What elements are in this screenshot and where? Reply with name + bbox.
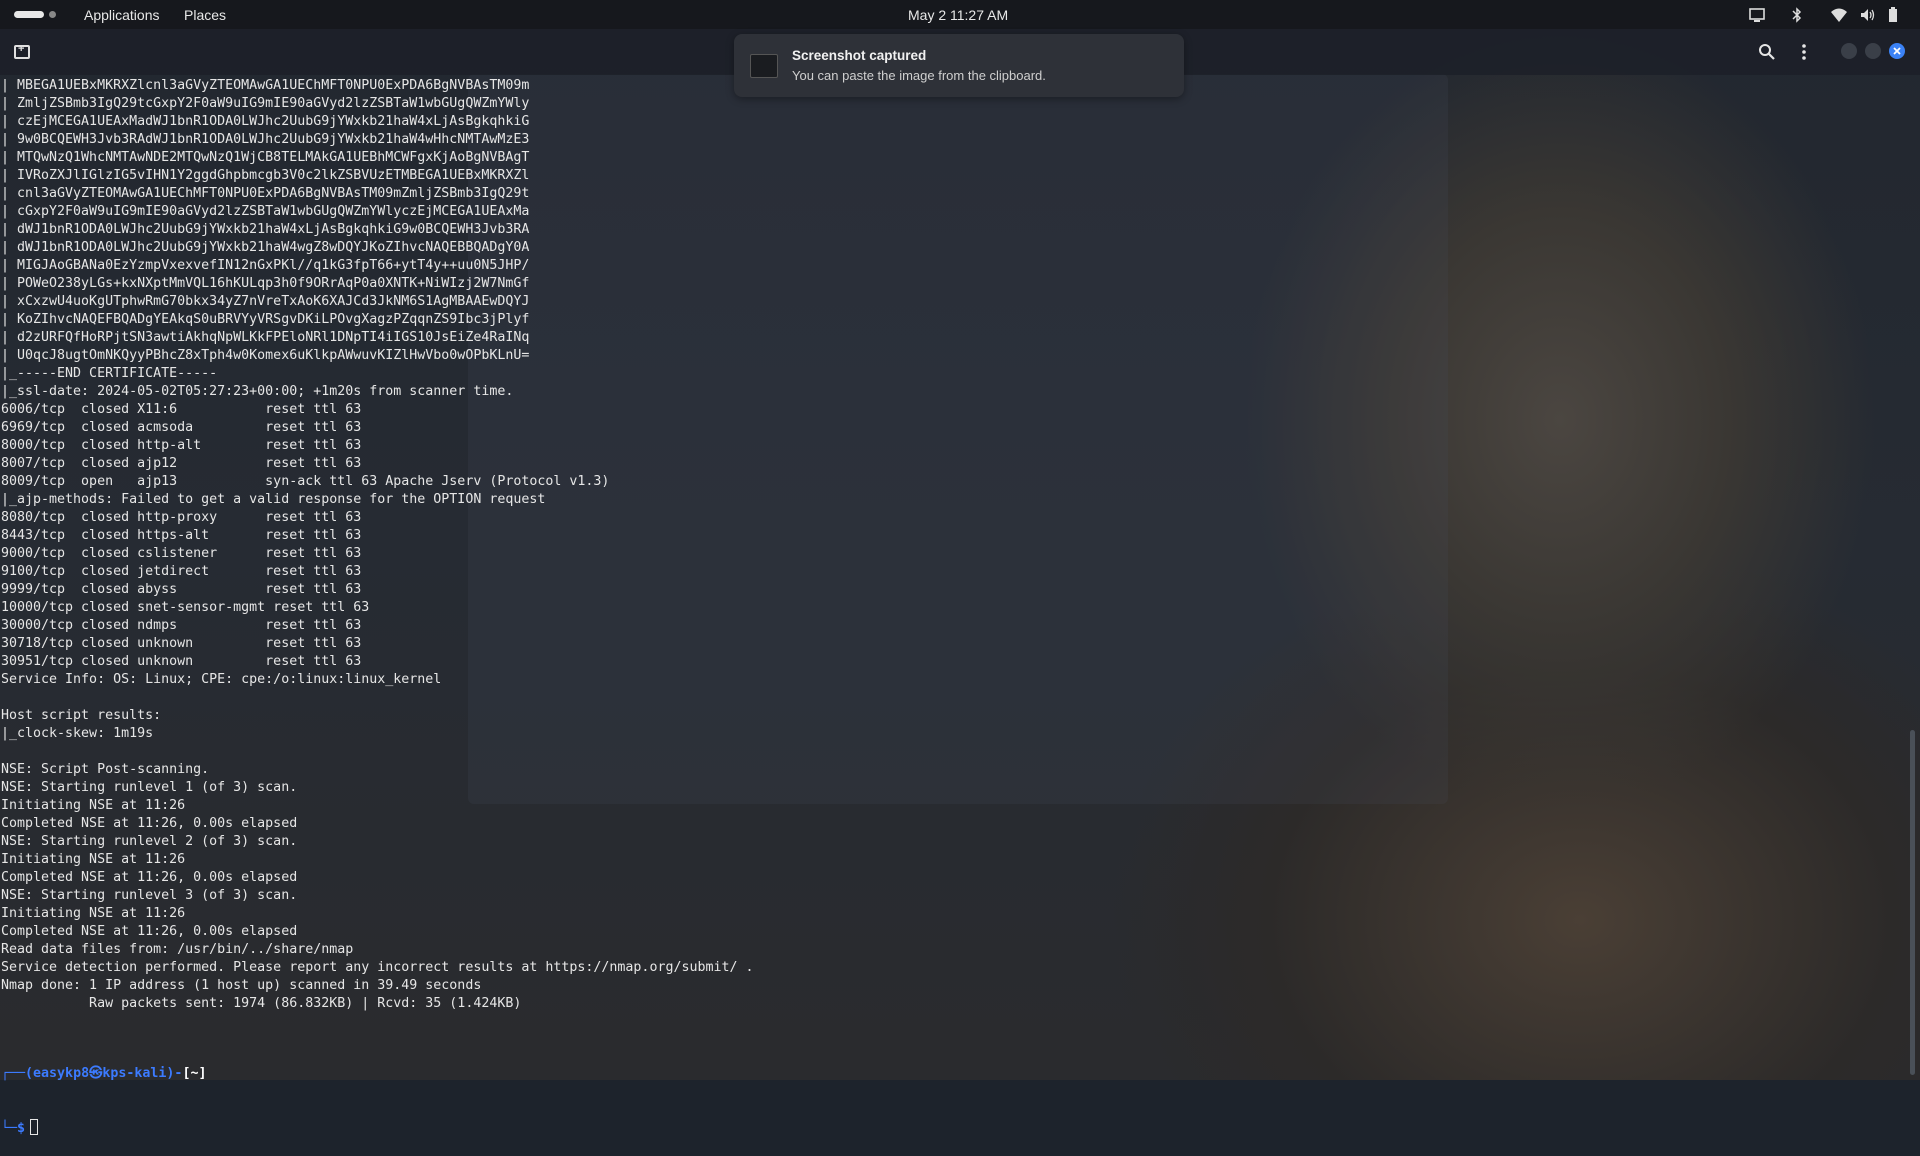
terminal-line: 30951/tcp closed unknown reset ttl 63	[1, 654, 362, 669]
applications-menu[interactable]: Applications	[84, 7, 160, 23]
terminal-line: | IVRoZXJlIGlzIG5vIHN1Y2ggdGhpbmcgb3V0c2…	[1, 168, 530, 183]
terminal-line: 6969/tcp closed acmsoda reset ttl 63	[1, 420, 362, 435]
terminal-line: | MTQwNzQ1WhcNMTAwNDE2MTQwNzQ1WjCB8TELMA…	[1, 150, 530, 165]
terminal-line: Initiating NSE at 11:26	[1, 906, 186, 921]
workspace-dot[interactable]	[49, 11, 56, 18]
bluetooth-icon[interactable]	[1790, 5, 1804, 25]
terminal-line: NSE: Starting runlevel 1 (of 3) scan.	[1, 780, 298, 795]
terminal-line: 8000/tcp closed http-alt reset ttl 63	[1, 438, 362, 453]
terminal-line: | ZmljZSBmb3IgQ29tcGxpY2F0aW9uIG9mIE90aG…	[1, 96, 530, 111]
prompt-path: [~]	[182, 1066, 207, 1081]
terminal-line: | U0qcJ8ugtOmNKQyyPBhcZ8xTph4w0Komex6uKl…	[1, 348, 530, 363]
terminal-line: | POWeO238yLGs+kxNXptMmVQL16hKULqp3h0f9O…	[1, 276, 530, 291]
terminal-line: | dWJ1bnR1ODA0LWJhc2UubG9jYWxkb21haW4wgZ…	[1, 240, 530, 255]
minimize-icon[interactable]	[1841, 43, 1857, 59]
terminal-line: 6006/tcp closed X11:6 reset ttl 63	[1, 402, 362, 417]
screenshot-notification[interactable]: Screenshot captured You can paste the im…	[734, 34, 1184, 97]
screen-icon[interactable]	[1748, 5, 1766, 25]
menu-dots-icon[interactable]	[1800, 43, 1808, 61]
text-cursor	[30, 1119, 39, 1135]
terminal-line: Read data files from: /usr/bin/../share/…	[1, 942, 354, 957]
terminal-line: 8007/tcp closed ajp12 reset ttl 63	[1, 456, 362, 471]
terminal-line: |_-----END CERTIFICATE-----	[1, 366, 218, 381]
notification-title: Screenshot captured	[792, 48, 927, 63]
prompt-user-host: (easykp8㉿kps-kali)	[25, 1066, 175, 1081]
wifi-icon[interactable]	[1830, 5, 1848, 25]
terminal-line: Service detection performed. Please repo…	[1, 960, 754, 975]
screenshot-thumbnail-icon	[750, 54, 778, 78]
shell-prompt[interactable]: ┌──(easykp8㉿kps-kali)-[~] └─$	[1, 1029, 206, 1156]
prompt-corner-bottom: └─	[1, 1121, 18, 1136]
terminal-line: |_ssl-date: 2024-05-02T05:27:23+00:00; +…	[1, 384, 514, 399]
clock[interactable]: May 2 11:27 AM	[908, 7, 1008, 23]
terminal-line: 8443/tcp closed https-alt reset ttl 63	[1, 528, 362, 543]
terminal-line: |_clock-skew: 1m19s	[1, 726, 154, 741]
terminal-line: NSE: Script Post-scanning.	[1, 762, 210, 777]
terminal-line: | xCxzwU4uoKgUTphwRmG70bkx34yZ7nVreTxAoK…	[1, 294, 530, 309]
search-icon[interactable]	[1758, 43, 1776, 61]
terminal-line: | cGxpY2F0aW9uIG9mIE90aGVyd2lzZSBTaW1wbG…	[1, 204, 530, 219]
terminal-line: Service Info: OS: Linux; CPE: cpe:/o:lin…	[1, 672, 442, 687]
terminal-line: Completed NSE at 11:26, 0.00s elapsed	[1, 924, 298, 939]
prompt-corner-top: ┌──	[1, 1066, 26, 1081]
terminal-line: | dWJ1bnR1ODA0LWJhc2UubG9jYWxkb21haW4xLj…	[1, 222, 530, 237]
places-menu[interactable]: Places	[184, 7, 226, 23]
close-icon[interactable]	[1889, 43, 1905, 59]
terminal-line: | MIGJAoGBANa0EzYzmpVxexvefIN12nGxPKl//q…	[1, 258, 530, 273]
terminal-line: NSE: Starting runlevel 2 (of 3) scan.	[1, 834, 298, 849]
terminal-line: | czEjMCEGA1UEAxMadWJ1bnR1ODA0LWJhc2UubG…	[1, 114, 530, 129]
terminal-line: 9000/tcp closed cslistener reset ttl 63	[1, 546, 362, 561]
prompt-symbol: $	[17, 1121, 26, 1136]
top-panel: Applications Places May 2 11:27 AM	[0, 0, 1920, 29]
terminal-scrollbar[interactable]	[1910, 730, 1915, 1075]
new-tab-icon[interactable]	[14, 43, 30, 59]
terminal-line: | KoZIhvcNAQEFBQADgYEAkqS0uBRVYyVRSgvDKi…	[1, 312, 530, 327]
terminal-line: Completed NSE at 11:26, 0.00s elapsed	[1, 816, 298, 831]
terminal-line: 9100/tcp closed jetdirect reset ttl 63	[1, 564, 362, 579]
terminal-line: Host script results:	[1, 708, 162, 723]
terminal-line: | d2zURFQfHoRPjtSN3awtiAkhqNpWLKkFPEloNR…	[1, 330, 530, 345]
terminal-line: | cnl3aGVyZTEOMAwGA1UEChMFT0NPU0ExPDA6Bg…	[1, 186, 530, 201]
terminal-line: 10000/tcp closed snet-sensor-mgmt reset …	[1, 600, 370, 615]
maximize-icon[interactable]	[1865, 43, 1881, 59]
notification-body: You can paste the image from the clipboa…	[792, 68, 1046, 83]
terminal-line: Completed NSE at 11:26, 0.00s elapsed	[1, 870, 298, 885]
activities-indicator[interactable]	[14, 11, 44, 18]
terminal-line: 8009/tcp open ajp13 syn-ack ttl 63 Apach…	[1, 474, 610, 489]
terminal-line: |_ajp-methods: Failed to get a valid res…	[1, 492, 546, 507]
terminal-line: 8080/tcp closed http-proxy reset ttl 63	[1, 510, 362, 525]
terminal-line: Raw packets sent: 1974 (86.832KB) | Rcvd…	[1, 996, 522, 1011]
terminal-output[interactable]: | MBEGA1UEBxMKRXZlcnl3aGVyZTEOMAwGA1UECh…	[1, 77, 1901, 1013]
terminal-line: Initiating NSE at 11:26	[1, 798, 186, 813]
terminal-line: 9999/tcp closed abyss reset ttl 63	[1, 582, 362, 597]
terminal-line: NSE: Starting runlevel 3 (of 3) scan.	[1, 888, 298, 903]
volume-icon[interactable]	[1859, 5, 1877, 25]
terminal-line: 30000/tcp closed ndmps reset ttl 63	[1, 618, 362, 633]
terminal-line: 30718/tcp closed unknown reset ttl 63	[1, 636, 362, 651]
battery-icon[interactable]	[1886, 5, 1900, 25]
terminal-line: Nmap done: 1 IP address (1 host up) scan…	[1, 978, 482, 993]
terminal-line: Initiating NSE at 11:26	[1, 852, 186, 867]
terminal-line: | 9w0BCQEWH3Jvb3RAdWJ1bnR1ODA0LWJhc2UubG…	[1, 132, 530, 147]
